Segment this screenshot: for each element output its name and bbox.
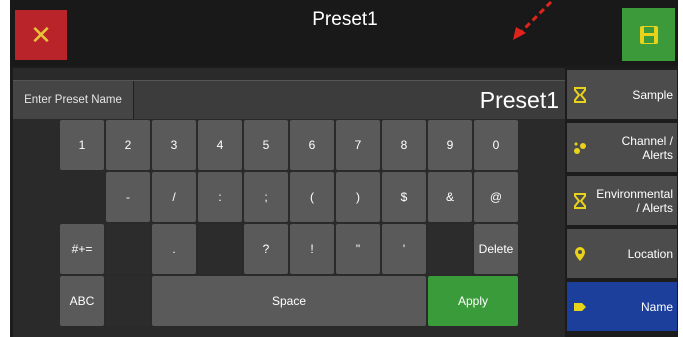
key-space[interactable]: Space <box>152 276 426 326</box>
key-double-quote[interactable]: " <box>336 224 380 274</box>
key-blank <box>428 224 472 274</box>
annotation-arrow <box>513 0 553 40</box>
save-button[interactable] <box>622 8 675 61</box>
sidebar-item-label: Location <box>627 246 673 261</box>
key-slash[interactable]: / <box>152 172 196 222</box>
key-hyphen[interactable]: - <box>106 172 150 222</box>
key-exclamation[interactable]: ! <box>290 224 334 274</box>
key-9[interactable]: 9 <box>428 120 472 170</box>
key-4[interactable]: 4 <box>198 120 242 170</box>
sidebar-item-name[interactable]: Name <box>567 282 677 331</box>
key-colon[interactable]: : <box>198 172 242 222</box>
sidebar-item-environmental-alerts[interactable]: Environmental / Alerts <box>567 176 677 225</box>
key-at[interactable]: @ <box>474 172 518 222</box>
key-2[interactable]: 2 <box>106 120 150 170</box>
key-dollar[interactable]: $ <box>382 172 426 222</box>
apply-button[interactable]: Apply <box>428 276 518 326</box>
device-screen: ✕ Preset1 Enter Preset Name Preset1 1 2 … <box>10 0 678 337</box>
key-semicolon[interactable]: ; <box>244 172 288 222</box>
preset-name-input[interactable]: Preset1 <box>134 81 565 119</box>
key-blank <box>106 224 150 274</box>
key-7[interactable]: 7 <box>336 120 380 170</box>
sidebar-item-label: Name <box>640 299 673 314</box>
sidebar-item-sample[interactable]: Sample <box>567 70 677 119</box>
key-8[interactable]: 8 <box>382 120 426 170</box>
key-blank <box>106 276 150 326</box>
sidebar-item-label: Channel / Alerts <box>621 133 673 162</box>
key-period[interactable]: . <box>152 224 196 274</box>
sidebar-item-label: Sample <box>632 87 673 102</box>
key-open-paren[interactable]: ( <box>290 172 334 222</box>
floppy-disk-icon <box>639 25 658 44</box>
key-close-paren[interactable]: ) <box>336 172 380 222</box>
close-icon: ✕ <box>30 19 52 50</box>
key-5[interactable]: 5 <box>244 120 288 170</box>
key-question[interactable]: ? <box>244 224 288 274</box>
key-0[interactable]: 0 <box>474 120 518 170</box>
key-ampersand[interactable]: & <box>428 172 472 222</box>
key-delete[interactable]: Delete <box>474 224 518 274</box>
key-abc[interactable]: ABC <box>60 276 104 326</box>
page-title: Preset1 <box>312 9 378 30</box>
sidebar-item-location[interactable]: Location <box>567 229 677 278</box>
key-1[interactable]: 1 <box>60 120 104 170</box>
key-symbols[interactable]: #+= <box>60 224 104 274</box>
close-button[interactable]: ✕ <box>15 10 67 60</box>
name-entry-row: Enter Preset Name Preset1 <box>13 80 565 119</box>
sidebar-item-channel-alerts[interactable]: Channel / Alerts <box>567 123 677 172</box>
key-6[interactable]: 6 <box>290 120 334 170</box>
key-3[interactable]: 3 <box>152 120 196 170</box>
sidebar: Sample Channel / Alerts Environmental / … <box>567 68 678 337</box>
sidebar-item-label: Environmental / Alerts <box>596 186 673 215</box>
name-entry-label: Enter Preset Name <box>13 81 133 119</box>
top-bar: ✕ Preset1 <box>10 0 678 66</box>
key-blank <box>198 224 242 274</box>
key-apostrophe[interactable]: ' <box>382 224 426 274</box>
